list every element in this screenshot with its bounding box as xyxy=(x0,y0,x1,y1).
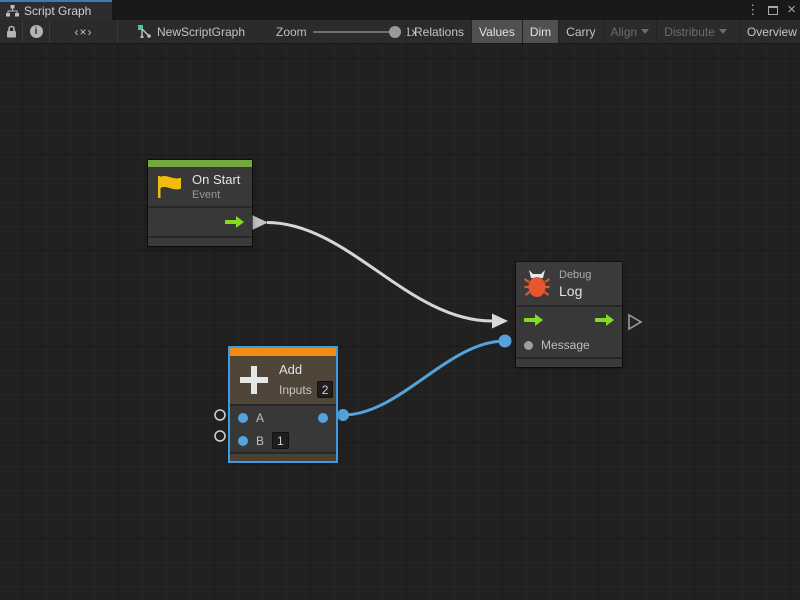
bug-icon xyxy=(524,269,550,298)
toolbar-toggle-group: Relations Values Dim Carry Align Distrib… xyxy=(406,20,800,43)
relations-button[interactable]: Relations xyxy=(406,20,471,43)
window-controls: ⋮ × xyxy=(746,0,796,20)
info-icon: i xyxy=(30,25,43,38)
node-title: Log xyxy=(559,283,591,300)
flag-icon xyxy=(156,175,183,199)
dim-button[interactable]: Dim xyxy=(522,20,558,43)
port-b-dot[interactable] xyxy=(238,436,248,446)
toolbar-left-group: i ‹×› xyxy=(0,20,118,43)
inputs-count-field[interactable]: 2 xyxy=(317,381,334,398)
inputs-label: Inputs xyxy=(279,383,312,397)
log-trigger-out-marker[interactable] xyxy=(629,315,641,329)
zoom-slider[interactable] xyxy=(313,31,399,33)
flow-wire[interactable] xyxy=(267,223,492,322)
zoom-slider-handle[interactable] xyxy=(389,26,401,38)
event-color-bar xyxy=(148,160,252,167)
code-icon: ‹×› xyxy=(75,25,93,39)
preview-code-button[interactable]: ‹×› xyxy=(50,20,118,43)
node-on-start[interactable]: On Start Event xyxy=(148,160,252,246)
port-a-label: A xyxy=(256,411,264,425)
distribute-dropdown[interactable]: Distribute xyxy=(656,20,734,43)
node-add[interactable]: Add Inputs 2 A B 1 xyxy=(230,348,336,461)
node-footer xyxy=(148,236,252,246)
flow-wire-end-arrow xyxy=(492,314,508,329)
graph-asset-icon xyxy=(138,25,151,38)
math-color-bar xyxy=(230,348,336,356)
trigger-out-port-icon[interactable] xyxy=(225,215,244,229)
zoom-label: Zoom xyxy=(276,25,307,39)
lock-button[interactable] xyxy=(0,20,23,43)
info-button[interactable]: i xyxy=(23,20,50,43)
node-footer xyxy=(516,357,622,367)
trigger-in-port-icon[interactable] xyxy=(524,313,543,327)
values-button[interactable]: Values xyxy=(471,20,522,43)
overview-button[interactable]: Overview xyxy=(739,20,800,43)
node-debug-log[interactable]: Debug Log Message xyxy=(516,262,622,367)
node-title: On Start xyxy=(192,172,240,188)
value-wire[interactable] xyxy=(343,341,505,415)
tab-label: Script Graph xyxy=(24,4,91,18)
port-b-unconnected-ring[interactable] xyxy=(215,431,225,441)
flow-wire-start-arrow xyxy=(252,215,268,230)
message-port-dot[interactable] xyxy=(524,341,533,350)
close-icon[interactable]: × xyxy=(787,0,796,20)
node-subtitle: Event xyxy=(192,188,240,202)
menu-icon[interactable]: ⋮ xyxy=(746,0,759,20)
chevron-down-icon xyxy=(641,29,649,34)
value-wire-start-dot xyxy=(337,409,349,421)
graph-reference[interactable]: NewScriptGraph xyxy=(138,20,245,43)
zoom-control: Zoom 1x xyxy=(276,20,417,43)
graph-name-label: NewScriptGraph xyxy=(157,25,245,39)
message-port-label: Message xyxy=(541,338,590,352)
port-a-unconnected-ring[interactable] xyxy=(215,410,225,420)
port-b-label: B xyxy=(256,434,264,448)
trigger-out-port-icon[interactable] xyxy=(595,313,614,327)
plus-icon xyxy=(238,364,270,396)
value-wire-end-dot xyxy=(499,335,512,348)
tab-script-graph[interactable]: Script Graph xyxy=(0,0,112,20)
connection-layer xyxy=(0,44,800,600)
script-graph-icon xyxy=(6,5,19,17)
port-b-value-field[interactable]: 1 xyxy=(272,432,289,449)
graph-canvas[interactable]: On Start Event xyxy=(0,44,800,600)
carry-button[interactable]: Carry xyxy=(558,20,602,43)
node-footer xyxy=(230,452,336,461)
align-dropdown[interactable]: Align xyxy=(603,20,657,43)
node-title: Add xyxy=(279,362,333,378)
node-surtitle: Debug xyxy=(559,268,591,283)
tab-bar: Script Graph ⋮ × xyxy=(0,0,800,20)
lock-icon xyxy=(6,25,17,38)
sum-output-dot[interactable] xyxy=(318,413,328,423)
chevron-down-icon xyxy=(719,29,727,34)
graph-toolbar: i ‹×› NewScriptGraph Zoom 1x Relations V… xyxy=(0,20,800,44)
port-a-dot[interactable] xyxy=(238,413,248,423)
maximize-icon[interactable] xyxy=(768,6,778,15)
